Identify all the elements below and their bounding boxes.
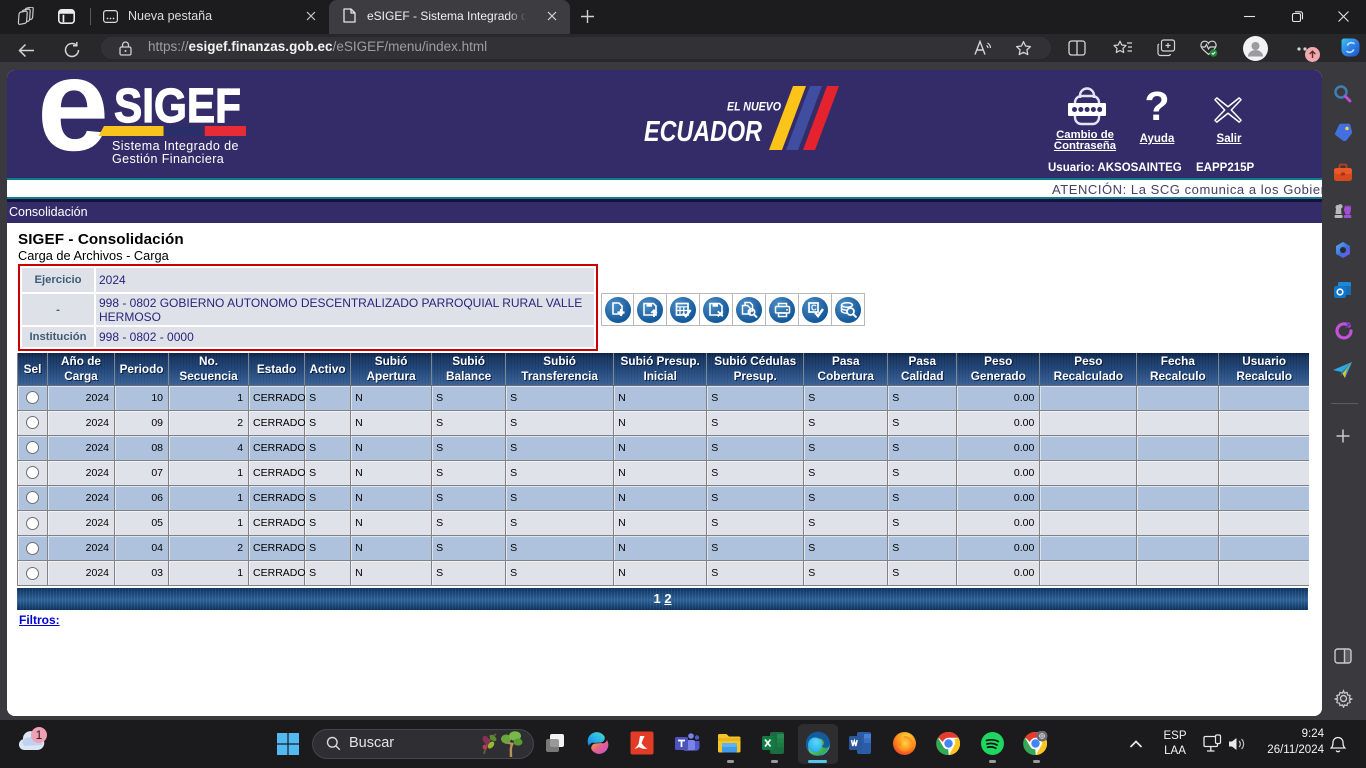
svg-text:Sistema Integrado de: Sistema Integrado de (112, 139, 239, 153)
svg-text:EL NUEVO: EL NUEVO (727, 100, 782, 114)
svg-text:SIGEF: SIGEF (114, 79, 241, 133)
svg-text:Gestión Financiera: Gestión Financiera (112, 152, 224, 166)
svg-text:ECUADOR: ECUADOR (644, 116, 762, 148)
svg-text:C: C (811, 304, 817, 313)
svg-text:e: e (37, 76, 109, 168)
